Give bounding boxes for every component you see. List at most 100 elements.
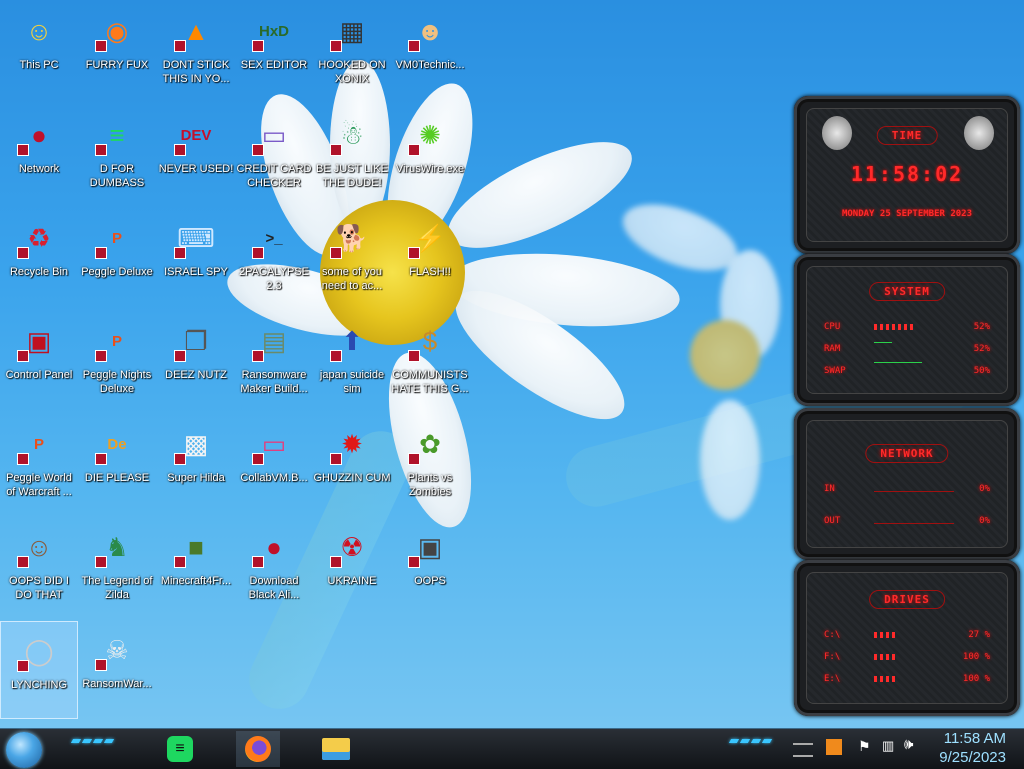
desktop-icon[interactable]: ☻ VM0Technic...: [391, 2, 469, 100]
start-button[interactable]: [6, 732, 42, 768]
firefox-icon: [245, 736, 271, 762]
desktop-icon-label: Peggle Deluxe: [81, 266, 153, 278]
desktop-icon[interactable]: ❐ DEEZ NUTZ: [157, 312, 235, 410]
desktop-icon[interactable]: ▩ Super Hilda: [157, 415, 235, 513]
shortcut-overlay-icon: [252, 40, 264, 52]
elf-icon: ☃: [329, 112, 375, 158]
desktop-icon[interactable]: ◯ LYNCHING: [0, 621, 78, 719]
money-bag-icon: $: [407, 318, 453, 364]
tray-overflow-icon[interactable]: [793, 743, 813, 757]
desktop-icon[interactable]: ▣ OOPS: [391, 518, 469, 616]
desktop-icon[interactable]: ✺ VirusWire.exe: [391, 106, 469, 204]
desktop-icon-label: NEVER USED!: [158, 163, 234, 175]
desktop-icon-label: BE JUST LIKE THE DUDE!: [316, 163, 388, 189]
net-out-label: OUT: [824, 516, 841, 526]
desktop-icon[interactable]: DEV NEVER USED!: [157, 106, 235, 204]
desktop-icon-label: Network: [18, 163, 60, 175]
drive-c-bar: [874, 632, 954, 638]
desktop-icon[interactable]: ♞ The Legend of Zilda: [78, 518, 156, 616]
ram-value: 52%: [973, 344, 990, 354]
desktop-icon[interactable]: ♻ Recycle Bin: [0, 209, 78, 307]
flash-icon: ⚡: [407, 215, 453, 261]
desktop-icon[interactable]: P Peggle World of Warcraft ...: [0, 415, 78, 513]
shortcut-overlay-icon: [408, 40, 420, 52]
tray-app-icon[interactable]: [826, 739, 842, 755]
desktop-icon[interactable]: ■ Minecraft4Fr...: [157, 518, 235, 616]
desktop-icon[interactable]: ⬆ japan suicide sim: [313, 312, 391, 410]
system-gadget[interactable]: SYSTEM CPU 52% RAM 52% SWAP 50%: [794, 254, 1020, 406]
minecraft-block-icon: ■: [173, 524, 219, 570]
drive-f-bar: [874, 654, 954, 660]
desktop-icon-label: Recycle Bin: [9, 266, 69, 278]
desktop-icon-label: Super Hilda: [167, 472, 225, 484]
credit-card-icon: ▭: [251, 112, 297, 158]
desktop-icon[interactable]: ☢ UKRAINE: [313, 518, 391, 616]
desktop-icon[interactable]: P Peggle Nights Deluxe: [78, 312, 156, 410]
flag-icon[interactable]: ⚑: [858, 738, 871, 755]
shortcut-overlay-icon: [408, 144, 420, 156]
network-icon[interactable]: ▥: [882, 738, 894, 754]
desktop-icon[interactable]: $ COMMUNISTS HATE THIS G...: [391, 312, 469, 410]
desktop-icon[interactable]: P Peggle Deluxe: [78, 209, 156, 307]
net-out-row: OUT 0%: [824, 516, 990, 526]
time-gadget[interactable]: TIME 11:58:02 MONDAY 25 SEPTEMBER 2023: [794, 96, 1020, 254]
desktop-icon[interactable]: 🐕 some of you need to ac...: [313, 209, 391, 307]
desktop-icon[interactable]: De DIE PLEASE: [78, 415, 156, 513]
desktop-icon[interactable]: HxD SEX EDITOR: [235, 2, 313, 100]
drive-f-row: F:\ 100 %: [824, 652, 990, 662]
time-gadget-title: TIME: [876, 126, 938, 145]
desktop-icon[interactable]: ▣ Control Panel: [0, 312, 78, 410]
desktop-icon[interactable]: ▲ DONT STICK THIS IN YO...: [157, 2, 235, 100]
desktop-icon-label: RansomWar...: [82, 678, 152, 690]
drives-gadget[interactable]: DRIVES C:\ 27 % F:\ 100 % E:\ 100 %: [794, 560, 1020, 716]
taskbar-clock[interactable]: 11:58 AM 9/25/2023: [939, 729, 1006, 767]
desktop-icon-label: japan suicide sim: [319, 369, 385, 395]
shortcut-overlay-icon: [17, 350, 29, 362]
desktop-icon[interactable]: ☃ BE JUST LIKE THE DUDE!: [313, 106, 391, 204]
desktop-icon[interactable]: ☠ RansomWar...: [78, 621, 156, 719]
desktop-icon[interactable]: ▤ Ransomware Maker Build...: [235, 312, 313, 410]
noose-icon: ◯: [16, 628, 62, 674]
drive-f-label: F:\: [824, 652, 841, 662]
shortcut-overlay-icon: [95, 144, 107, 156]
dev-cpp-icon: DEV: [173, 112, 219, 158]
desktop-icon[interactable]: ▭ CREDIT CARD CHECKER: [235, 106, 313, 204]
shortcut-overlay-icon: [17, 453, 29, 465]
monitor-icon: ▭: [251, 421, 297, 467]
network-gadget-title: NETWORK: [865, 444, 949, 463]
desktop-icon-label: LYNCHING: [10, 679, 68, 691]
desktop-icon[interactable]: ⌨ ISRAEL SPY: [157, 209, 235, 307]
network-gadget[interactable]: NETWORK IN 0% OUT 0%: [794, 408, 1020, 560]
cpu-value: 52%: [973, 322, 990, 332]
shortcut-overlay-icon: [408, 247, 420, 259]
desktop-icon[interactable]: ⚡ FLASH!!: [391, 209, 469, 307]
desktop-icon[interactable]: ● Network: [0, 106, 78, 204]
desktop-icon-label: VirusWire.exe: [395, 163, 465, 175]
shortcut-overlay-icon: [252, 144, 264, 156]
swap-label: SWAP: [824, 366, 846, 376]
desktop-icon[interactable]: ◉ FURRY FUX: [78, 2, 156, 100]
taskbar-firefox-button[interactable]: [236, 731, 280, 767]
taskbar-date: 9/25/2023: [939, 749, 1006, 766]
desktop-icon[interactable]: ▭ CollabVM.B...: [235, 415, 313, 513]
desktop-icon-label: DIE PLEASE: [84, 472, 150, 484]
desktop-icon[interactable]: ✹ GHUZZIN CUM: [313, 415, 391, 513]
desktop-icon[interactable]: ▦ HOOKED ON XONIX: [313, 2, 391, 100]
cartoon-face-icon: ☺: [25, 15, 53, 46]
shortcut-overlay-icon: [252, 247, 264, 259]
desktop-icon[interactable]: >_ 2PACALYPSE 2.3: [235, 209, 313, 307]
ram-bar: [874, 342, 954, 352]
taskbar-file-explorer-button[interactable]: [314, 731, 358, 767]
desktop-icon[interactable]: ☺ This PC: [0, 2, 78, 100]
volume-icon[interactable]: 🕪: [904, 736, 913, 753]
desktop-icon[interactable]: ● Download Black Ali...: [235, 518, 313, 616]
desktop-icon[interactable]: ☺ OOPS DID I DO THAT: [0, 518, 78, 616]
swap-bar: [874, 362, 954, 374]
taskbar-spotify-button[interactable]: ≡: [158, 731, 202, 767]
desktop-icon-label: Peggle Nights Deluxe: [82, 369, 152, 395]
plant-icon: ✿: [407, 421, 453, 467]
shortcut-overlay-icon: [252, 453, 264, 465]
desktop-icon[interactable]: ✿ Plants vs Zombies: [391, 415, 469, 513]
desktop-icon[interactable]: ≡ D FOR DUMBASS: [78, 106, 156, 204]
swap-row: SWAP 50%: [824, 362, 990, 376]
